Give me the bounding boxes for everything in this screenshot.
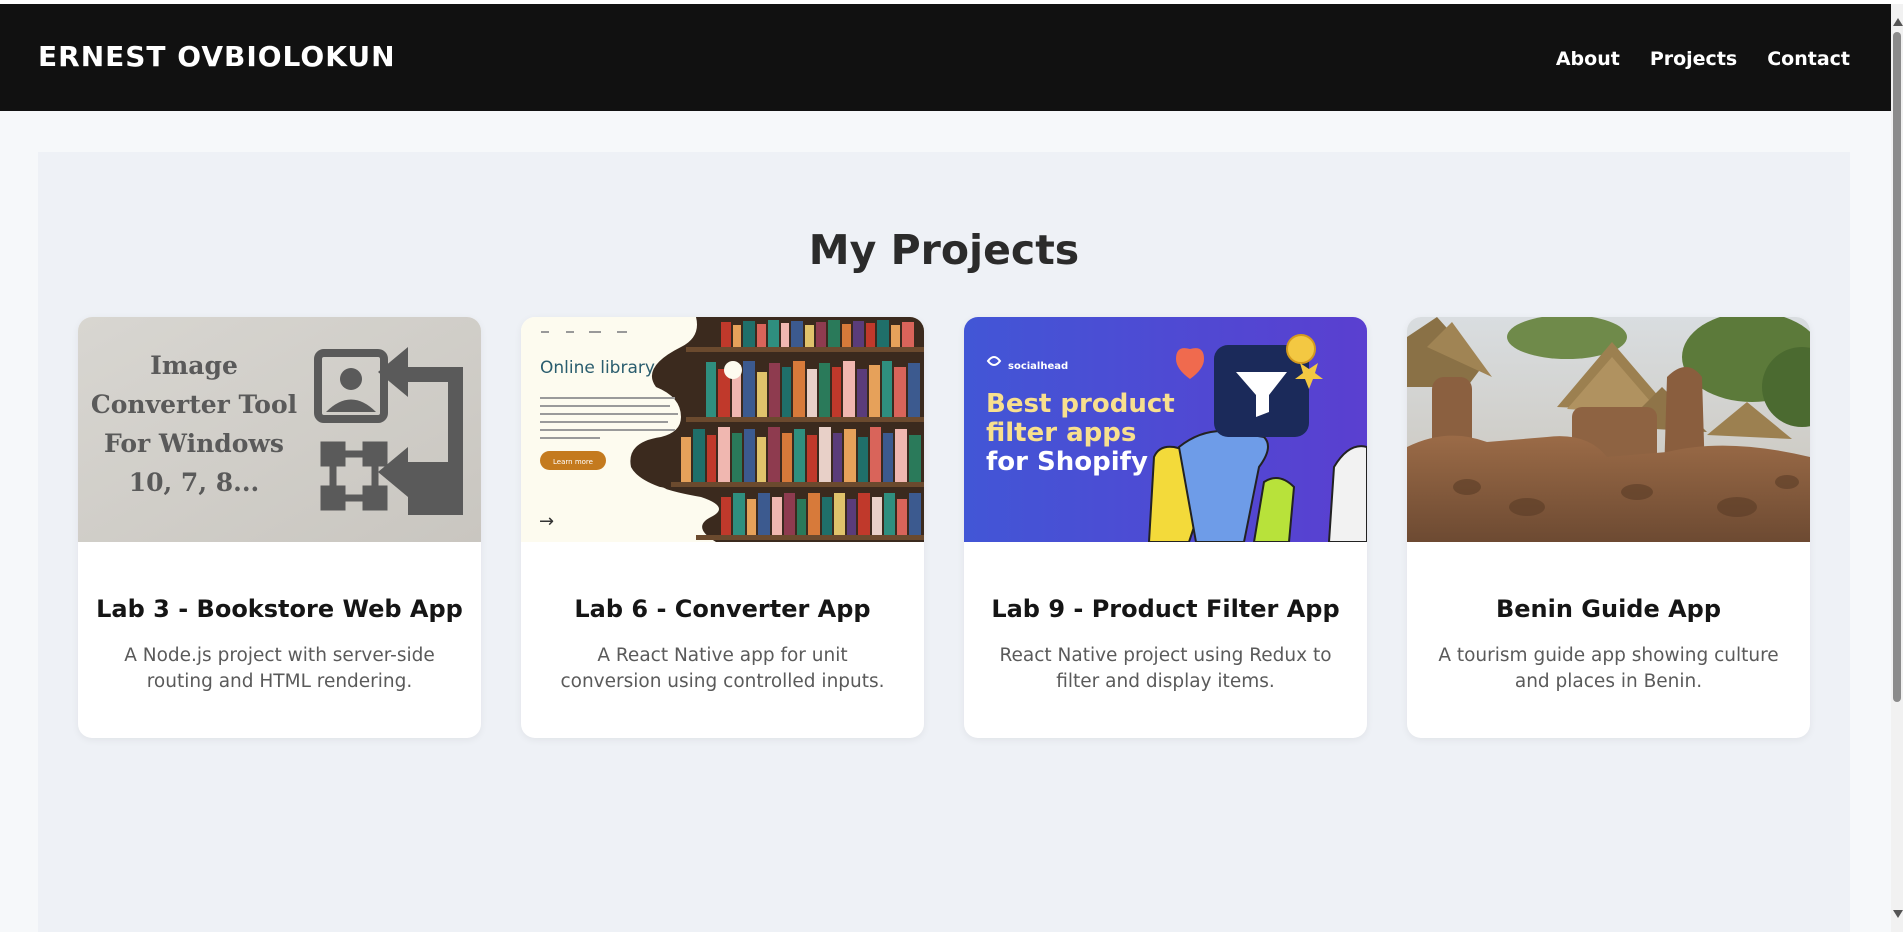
project-thumbnail-shopify-filter: socialhead Best product filter apps for … bbox=[964, 317, 1367, 542]
card-description: A tourism guide app showing culture and … bbox=[1438, 645, 1779, 692]
thumb-line-2: filter apps bbox=[986, 418, 1136, 448]
thumb-text-line-3: For Windows bbox=[104, 429, 284, 458]
card-title: Lab 3 - Bookstore Web App bbox=[96, 595, 463, 623]
project-thumbnail-online-library: Online library Learn more → bbox=[521, 317, 924, 542]
project-thumbnail-benin-houses bbox=[1407, 317, 1810, 542]
card-title: Benin Guide App bbox=[1495, 595, 1722, 623]
project-cards: Image Converter Tool For Windows 10, 7, … bbox=[78, 317, 1810, 738]
vertical-scrollbar[interactable] bbox=[1891, 4, 1903, 932]
thumb-text-line-4: 10, 7, 8... bbox=[129, 468, 260, 497]
brand-name[interactable]: ERNEST OVBIOLOKUN bbox=[38, 40, 396, 73]
card-description: A React Native app for unit conversion u… bbox=[560, 645, 885, 692]
project-card-converter[interactable]: Online library Learn more → Lab 6 - Conv… bbox=[521, 317, 924, 738]
thumb-text-line-1: Image bbox=[150, 351, 238, 380]
card-description: A Node.js project with server-side routi… bbox=[124, 645, 435, 692]
project-card-bookstore[interactable]: Image Converter Tool For Windows 10, 7, … bbox=[78, 317, 481, 738]
projects-section: My Projects Image Converter Tool For Win… bbox=[38, 152, 1850, 932]
nav-link-about[interactable]: About bbox=[1556, 48, 1620, 70]
thumb-line-3: for Shopify bbox=[986, 447, 1148, 477]
page-content: My Projects Image Converter Tool For Win… bbox=[0, 111, 1891, 932]
project-card-product-filter[interactable]: socialhead Best product filter apps for … bbox=[964, 317, 1367, 738]
thumb-logo: socialhead bbox=[1008, 361, 1068, 372]
scroll-up-arrow-icon[interactable] bbox=[1893, 18, 1903, 26]
card-title: Lab 6 - Converter App bbox=[574, 595, 871, 623]
svg-text:→: → bbox=[539, 511, 554, 532]
main-nav: About Projects Contact bbox=[1556, 48, 1850, 70]
card-title: Lab 9 - Product Filter App bbox=[991, 595, 1340, 623]
thumb-line-1: Best product bbox=[986, 389, 1175, 419]
nav-link-projects[interactable]: Projects bbox=[1650, 48, 1737, 70]
thumb-learn-more: Learn more bbox=[553, 458, 593, 466]
project-card-benin-guide[interactable]: Benin Guide App A tourism guide app show… bbox=[1407, 317, 1810, 738]
project-thumbnail-image-converter: Image Converter Tool For Windows 10, 7, … bbox=[78, 317, 481, 542]
navbar: ERNEST OVBIOLOKUN About Projects Contact bbox=[0, 4, 1891, 111]
nav-link-contact[interactable]: Contact bbox=[1767, 48, 1850, 70]
scrollbar-thumb[interactable] bbox=[1893, 32, 1901, 702]
scroll-down-arrow-icon[interactable] bbox=[1893, 910, 1903, 918]
card-description: React Native project using Redux to filt… bbox=[999, 645, 1332, 692]
section-title: My Projects bbox=[808, 226, 1080, 274]
thumb-heading: Online library bbox=[540, 358, 655, 378]
thumb-text-line-2: Converter Tool bbox=[91, 390, 297, 419]
